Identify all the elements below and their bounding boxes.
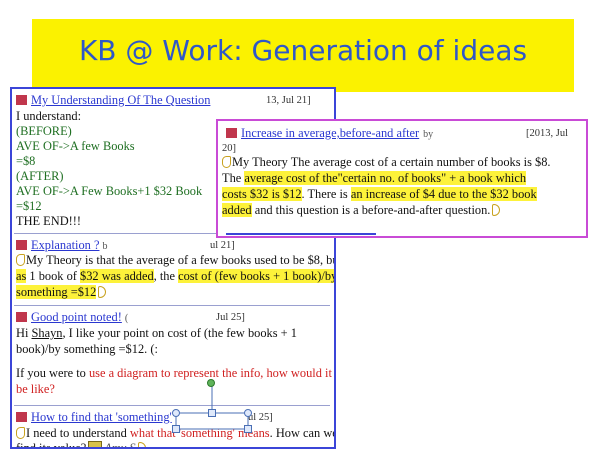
resize-handle[interactable]	[172, 425, 180, 433]
popup-date-cont: 20]	[222, 143, 236, 154]
scaffold-close-icon	[137, 442, 146, 447]
note-title-link[interactable]: Good point noted!	[31, 310, 122, 324]
note-line: (AFTER)	[16, 169, 64, 183]
note-line: =$8	[16, 154, 36, 168]
popup-header[interactable]: Increase in average,before-and after by	[226, 126, 576, 142]
note-title-link[interactable]: Explanation ?	[31, 238, 99, 252]
note-line: My Theory is that the average of a few b…	[16, 253, 334, 269]
resize-handle[interactable]	[244, 425, 252, 433]
popup-date: [2013, Jul	[526, 128, 568, 139]
note-date: ul 21]	[210, 240, 235, 251]
note-line: AVE OF->A few Books	[16, 139, 135, 153]
note-header[interactable]: Explanation ? b	[16, 238, 326, 254]
note-line: be like?	[16, 382, 55, 396]
note-line: AVE OF->A Few Books+1 $32 Book	[16, 184, 203, 198]
resize-handle[interactable]	[244, 409, 252, 417]
note-title-link[interactable]: How to find that 'something'	[31, 410, 172, 424]
scaffold-open-icon	[16, 254, 25, 266]
note-line: =$12	[16, 199, 42, 213]
note-icon	[16, 412, 27, 422]
popup-line: My Theory The average cost of a certain …	[222, 155, 551, 171]
popup-line: added and this question is a before-and-…	[222, 203, 501, 219]
note-divider	[14, 305, 330, 307]
note-date: 13, Jul 21]	[266, 95, 311, 106]
note-date: Jul 25]	[216, 312, 245, 323]
note-line: THE END!!!	[16, 214, 82, 228]
rotate-handle[interactable]	[207, 379, 215, 387]
note-popup[interactable]: Increase in average,before-and after by […	[216, 119, 588, 238]
note-header[interactable]: Good point noted!(	[16, 310, 326, 326]
note-title-link[interactable]: My Understanding Of The Question	[31, 93, 210, 107]
note-line: (BEFORE)	[16, 124, 72, 138]
scaffold-open-icon	[16, 427, 25, 439]
popup-line: The average cost of the"certain no. of b…	[222, 171, 527, 185]
popup-author: by	[423, 129, 434, 140]
note-line: as 1 book of $32 was added, the cost of …	[16, 269, 336, 283]
note-icon	[16, 95, 27, 105]
note-line: find its value? Amy S	[16, 441, 146, 447]
resize-handle[interactable]	[172, 409, 180, 417]
popup-line: costs $32 is $12. There is an increase o…	[222, 187, 537, 201]
popup-divider	[226, 233, 376, 236]
attachment-icon[interactable]	[88, 441, 103, 447]
scaffold-close-icon	[98, 286, 107, 298]
slide-title: KB @ Work: Generation of ideas	[78, 34, 528, 67]
note-line: I understand:	[16, 109, 82, 123]
resize-handle[interactable]	[208, 409, 216, 417]
popup-title-link[interactable]: Increase in average,before-and after	[241, 126, 419, 140]
note-line: book)/by something =$12. (:	[16, 342, 158, 356]
note-author: (	[124, 313, 129, 324]
scaffold-open-icon	[222, 156, 231, 168]
note-icon	[16, 240, 27, 250]
note-author: b	[102, 241, 108, 252]
note-icon	[16, 312, 27, 322]
note-line: Hi Shayn, I like your point on cost of (…	[16, 326, 297, 340]
scaffold-close-icon	[492, 204, 501, 216]
note-line: something =$12	[16, 285, 107, 301]
note-icon	[226, 128, 237, 138]
